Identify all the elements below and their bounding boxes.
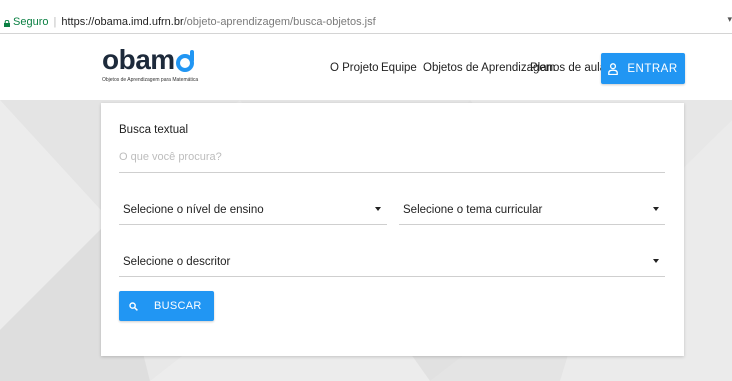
caret-down-icon [653, 259, 659, 263]
lock-icon [4, 20, 10, 27]
url-box[interactable]: Seguro | https://obama.imd.ufrn.br/objet… [4, 14, 724, 30]
text-search-input[interactable] [119, 142, 665, 173]
login-button[interactable]: ENTRAR [601, 53, 685, 84]
logo-tagline: Objetos de Aprendizagem para Matemática [102, 77, 199, 83]
url-path: /objeto-aprendizagem/busca-objetos.jsf [183, 16, 376, 28]
user-icon [608, 62, 619, 75]
search-icon [129, 301, 138, 311]
nav-o-projeto[interactable]: O Projeto [330, 62, 379, 74]
caret-down-icon [375, 207, 381, 211]
chevron-down-icon[interactable]: ▾ [727, 14, 732, 25]
search-button[interactable]: BUSCAR [119, 291, 214, 321]
select-tema-label: Selecione o tema curricular [403, 204, 543, 216]
select-descritor-label: Selecione o descritor [123, 256, 231, 268]
url-separator: | [53, 16, 57, 28]
select-nivel-de-ensino[interactable]: Selecione o nível de ensino [119, 203, 387, 225]
select-descritor[interactable]: Selecione o descritor [119, 255, 665, 277]
logo-a-mark [175, 50, 194, 72]
search-button-label: BUSCAR [154, 300, 202, 312]
select-nivel-label: Selecione o nível de ensino [123, 204, 264, 216]
nav-planos-de-aula[interactable]: Planos de aula [530, 62, 606, 74]
nav-equipe[interactable]: Equipe [381, 62, 417, 74]
logo-word: obam [102, 44, 175, 75]
secure-label: Seguro [13, 16, 49, 28]
search-card: Busca textual Selecione o nível de ensin… [101, 103, 684, 356]
text-search-label: Busca textual [119, 124, 189, 136]
obama-logo[interactable]: obam Objetos de Aprendizagem para Matemá… [102, 45, 212, 93]
url-host: https://obama.imd.ufrn.br [61, 16, 184, 28]
caret-down-icon [653, 207, 659, 211]
browser-address-bar: Seguro | https://obama.imd.ufrn.br/objet… [0, 0, 732, 34]
select-tema-curricular[interactable]: Selecione o tema curricular [399, 203, 665, 225]
site-header: obam Objetos de Aprendizagem para Matemá… [0, 34, 732, 100]
login-label: ENTRAR [627, 62, 678, 75]
